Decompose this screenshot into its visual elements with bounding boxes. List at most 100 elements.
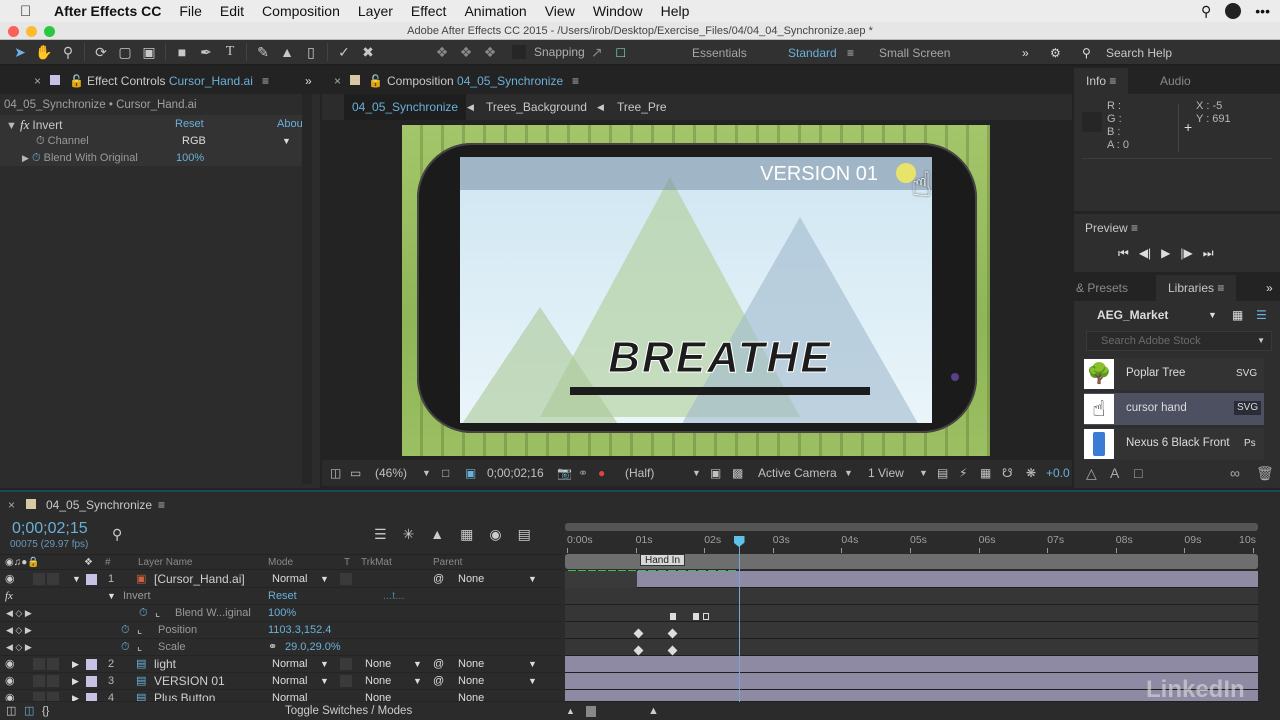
library-item-selected[interactable]: ☝ cursor hand SVG [1084, 393, 1264, 425]
layer-name[interactable]: Plus Button [154, 690, 215, 701]
trkmat-dropdown[interactable]: None [365, 656, 391, 673]
preserve-transparency[interactable] [340, 658, 352, 670]
search-help-field[interactable]: Search Help [1106, 40, 1172, 66]
trkmat-dropdown-arrow-icon[interactable]: ▼ [413, 673, 422, 690]
layer-label-color[interactable] [86, 693, 97, 701]
creative-cloud-sync-icon[interactable]: ∞ [1230, 465, 1240, 481]
lock-icon[interactable]: 🔓 [368, 68, 383, 94]
about-link[interactable]: Abou [277, 116, 303, 133]
view-layout-dropdown[interactable]: 1 View [868, 460, 904, 486]
menu-edit[interactable]: Edit [220, 3, 244, 19]
menu-app-name[interactable]: After Effects CC [54, 3, 161, 19]
zoom-dropdown-arrow-icon[interactable]: ▼ [422, 460, 431, 486]
zoom-out-icon[interactable]: ▲ [566, 703, 575, 720]
parent-dropdown[interactable]: None [458, 571, 484, 588]
zoom-in-icon[interactable]: ▲ [648, 703, 659, 720]
next-frame-icon[interactable]: |▶ [1180, 246, 1192, 261]
workspace-standard[interactable]: Standard [788, 40, 837, 66]
expand-triangle-icon[interactable]: ▶ [22, 153, 29, 163]
stopwatch-icon[interactable]: ⏱ [139, 605, 148, 622]
trkmat-dropdown[interactable]: None [365, 690, 391, 701]
more-workspaces-icon[interactable]: » [1022, 40, 1029, 66]
trkmat-dropdown-arrow-icon[interactable]: ▼ [413, 656, 422, 673]
mode-dropdown[interactable]: Normal [272, 673, 307, 690]
breadcrumb-comp-0[interactable]: 04_05_Synchronize [344, 94, 467, 120]
lock-switch[interactable] [47, 675, 59, 687]
layer-row[interactable]: ◉ ▶ 3 ▤ VERSION 01 Normal ▼ None ▼ @ Non… [0, 673, 562, 690]
close-tab-icon[interactable]: × [34, 68, 41, 94]
parent-dropdown[interactable]: None [458, 656, 484, 673]
breadcrumb-comp-1[interactable]: Trees_Background [486, 94, 587, 120]
more-tabs-icon[interactable]: » [305, 68, 312, 94]
layer-name[interactable]: VERSION 01 [154, 673, 225, 690]
graph-icon[interactable]: ⌞ [155, 605, 160, 622]
timeline-tab[interactable]: 04_05_Synchronize [46, 492, 152, 518]
library-dropdown-arrow-icon[interactable]: ▼ [1208, 302, 1217, 328]
trash-icon[interactable]: 🗑 [1256, 465, 1274, 482]
effects-presets-tab[interactable]: & Presets [1076, 275, 1128, 301]
menu-layer[interactable]: Layer [358, 3, 393, 19]
zoom-dropdown[interactable]: (46%) [375, 460, 407, 486]
lock-icon[interactable]: 🔓 [69, 68, 84, 94]
fast-preview-icon[interactable]: ⚡ [959, 460, 967, 486]
expand-triangle-icon[interactable]: ▶ [72, 656, 79, 673]
mode-dropdown-arrow-icon[interactable]: ▼ [320, 571, 329, 588]
graph-icon[interactable]: ⌞ [137, 639, 142, 656]
spotlight-search-icon[interactable]: ⚲ [1201, 3, 1211, 20]
parent-dropdown[interactable]: None [458, 690, 484, 701]
library-item[interactable]: 🌳 Poplar Tree SVG [1084, 358, 1264, 390]
clone-stamp-tool-icon[interactable]: ▲ [275, 41, 299, 63]
lock-switch[interactable] [47, 658, 59, 670]
world-axis-icon[interactable]: ❖ [454, 41, 478, 63]
list-view-icon[interactable]: ☰ [1256, 302, 1267, 328]
monitor-icon[interactable]: ▭ [350, 460, 361, 486]
last-frame-icon[interactable]: ⏭ [1203, 246, 1214, 261]
motion-blur-icon[interactable]: ◉ [489, 526, 501, 543]
collapse-triangle-icon[interactable]: ▼ [72, 571, 81, 588]
libraries-tab[interactable]: Libraries ≡ [1156, 275, 1237, 301]
add-color-icon[interactable]: △ [1086, 465, 1097, 482]
grid-view-icon[interactable]: ▦ [1232, 302, 1243, 328]
previous-frame-icon[interactable]: ◀| [1139, 246, 1151, 261]
composition-tab[interactable]: Composition 04_05_Synchronize [387, 68, 563, 94]
lock-switch[interactable] [47, 573, 59, 585]
view-axis-icon[interactable]: ❖ [478, 41, 502, 63]
layer-name[interactable]: [Cursor_Hand.ai] [154, 571, 245, 588]
channel-dropdown[interactable]: RGB [182, 133, 206, 150]
stopwatch-icon[interactable]: ⏱ [32, 152, 41, 164]
camera-tool-icon[interactable]: ▢ [113, 41, 137, 63]
visibility-eye-icon[interactable]: ◉ [5, 656, 15, 673]
menu-animation[interactable]: Animation [464, 3, 526, 19]
panel-menu-icon[interactable]: ≡ [158, 492, 165, 518]
menu-help[interactable]: Help [661, 3, 690, 19]
property-value[interactable]: 1103.3,152.4 [268, 622, 331, 639]
frame-blending-icon[interactable]: ▦ [460, 526, 473, 543]
layer-row[interactable]: ◉ ▶ 2 ▤ light Normal ▼ None ▼ @ None ▼ [0, 656, 562, 673]
composition-viewer[interactable]: VERSION 01 ☝ BREATHE [402, 125, 990, 456]
col-layer-name[interactable]: Layer Name [138, 555, 192, 571]
zoom-tool-icon[interactable]: ⚲ [56, 41, 80, 63]
visibility-eye-icon[interactable]: ◉ [5, 571, 15, 588]
keyframe-navigator[interactable]: ◀ ◇ ▶ [6, 639, 32, 656]
region-of-interest-icon[interactable]: □ [442, 460, 449, 486]
type-tool-icon[interactable]: T [218, 41, 242, 63]
always-preview-icon[interactable]: ◫ [330, 460, 341, 486]
exposure-value[interactable]: +0.0 [1046, 460, 1070, 486]
workspace-small-screen[interactable]: Small Screen [879, 40, 950, 66]
constrain-proportions-icon[interactable]: ⚭ [268, 639, 277, 656]
play-icon[interactable]: ▶ [1161, 246, 1170, 261]
mode-dropdown[interactable]: Normal [272, 656, 307, 673]
effect-controls-tab[interactable]: Effect Controls Cursor_Hand.ai [87, 68, 253, 94]
layer-label-color[interactable] [86, 574, 97, 585]
close-window-button[interactable] [8, 26, 19, 37]
eraser-tool-icon[interactable]: ▯ [299, 41, 323, 63]
add-graphic-icon[interactable]: □ [1134, 465, 1142, 481]
layer-label-color[interactable] [86, 659, 97, 670]
layer-name[interactable]: light [154, 656, 176, 673]
zoom-window-button[interactable] [44, 26, 55, 37]
snapshot-icon[interactable]: 📷 [557, 460, 572, 486]
layer-label-color[interactable] [86, 676, 97, 687]
expand-triangle-icon[interactable]: ▶ [72, 690, 79, 701]
menu-effect[interactable]: Effect [411, 3, 447, 19]
close-tab-icon[interactable]: × [8, 492, 15, 518]
